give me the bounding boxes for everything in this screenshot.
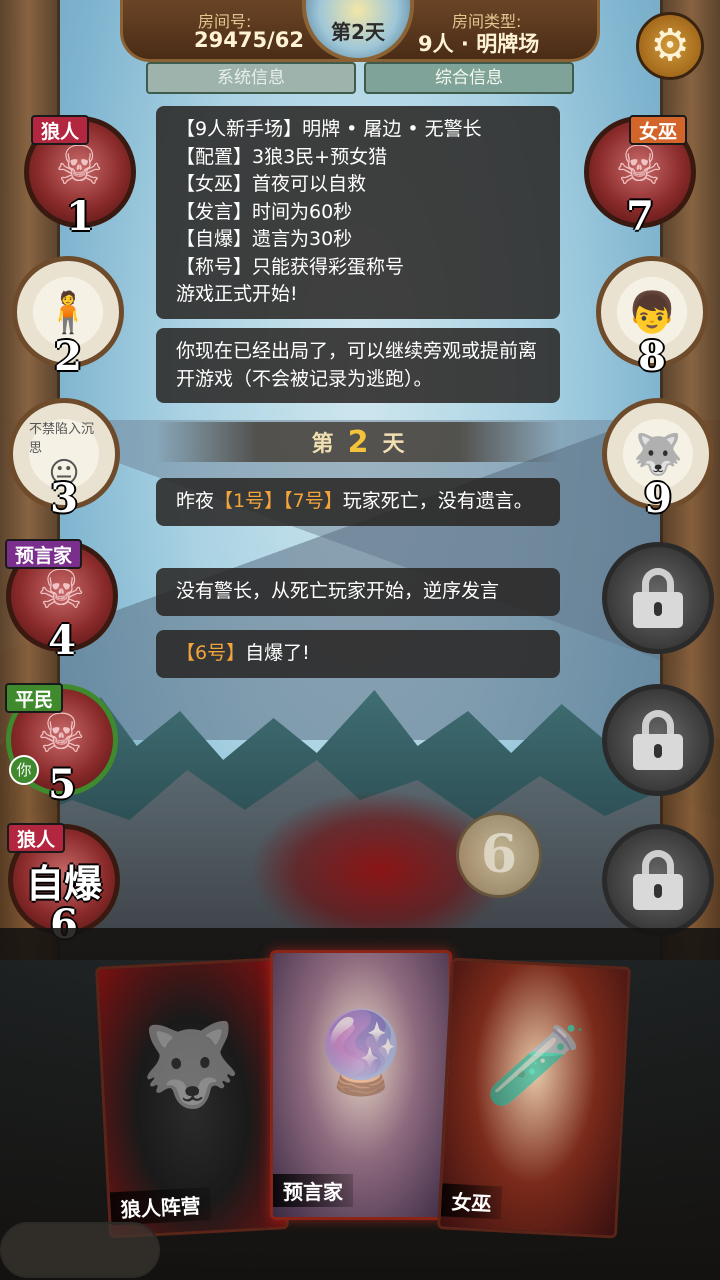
seat-number: 1 xyxy=(66,193,94,240)
player-seat-6[interactable]: 狼人 自爆 6 xyxy=(7,823,120,948)
bottom-left-button[interactable] xyxy=(0,1222,160,1278)
room-header: 房间号: 29475/62 第2天 房间类型: 9人 · 明牌场 ⚙ xyxy=(0,0,720,100)
player-seat-8[interactable]: 👦 8 xyxy=(596,256,708,380)
rules-message: 【9人新手场】明牌 • 屠边 • 无警长 【配置】3狼3民+预女猎 【女巫】首夜… xyxy=(156,106,560,319)
message-text: 没有警长，从死亡玩家开始，逆序发言 xyxy=(176,580,500,602)
message-line: 【发言】时间为60秒 xyxy=(176,200,353,223)
self-destruct-message: 【6号】自爆了! xyxy=(156,630,560,678)
skull-icon: ☠ xyxy=(615,134,664,197)
self-destruct-status: 自爆 xyxy=(25,862,102,906)
locked-seat xyxy=(602,542,714,654)
seat-number: 8 xyxy=(638,333,666,380)
player-seat-3[interactable]: 不禁陷入沉思 😐 3 xyxy=(8,398,120,522)
lock-icon xyxy=(633,710,683,770)
witch-icon: 🧪 xyxy=(483,1016,588,1115)
card-witch[interactable]: 🧪 女巫 xyxy=(437,957,631,1239)
seat-number: 3 xyxy=(50,475,78,522)
day-divider-suffix: 天 xyxy=(382,432,405,457)
seat-number: 7 xyxy=(626,193,654,240)
message-text: 昨夜 xyxy=(176,490,215,512)
day-divider-number: 2 xyxy=(347,424,369,460)
message-line: 【自爆】遗言为30秒 xyxy=(176,228,353,250)
player-seat-5[interactable]: ☠ 平民 你 5 xyxy=(5,683,118,808)
message-line: 游戏正式开始! xyxy=(176,283,298,305)
message-text: 自爆了! xyxy=(245,642,310,664)
sheriff-message: 没有警长，从死亡玩家开始，逆序发言 xyxy=(156,568,560,616)
day-divider: 第 2 天 xyxy=(156,422,560,462)
gear-icon: ⚙ xyxy=(650,20,690,71)
skull-icon: ☠ xyxy=(37,702,86,765)
locked-seat xyxy=(602,684,714,796)
player-ref: 【1号】 xyxy=(214,490,284,512)
seat-number: 9 xyxy=(644,475,672,522)
player-seat-2[interactable]: 🧍 2 xyxy=(12,256,124,380)
room-type: 9人 · 明牌场 xyxy=(418,32,540,56)
death-report-message: 昨夜【1号】【7号】玩家死亡，没有遗言。 xyxy=(156,478,560,526)
skull-icon: ☠ xyxy=(55,134,104,197)
message-line: 【配置】3狼3民+预女猎 xyxy=(176,145,388,168)
card-label: 预言家 xyxy=(273,1174,353,1207)
player-ref: 【7号】 xyxy=(283,490,343,512)
seat-number: 4 xyxy=(48,617,76,664)
role-tag: 女巫 xyxy=(629,115,688,145)
player-seat-1[interactable]: ☠ 狼人 1 xyxy=(24,115,136,240)
wolf-icon: 🐺 xyxy=(138,1016,243,1115)
message-line: 【称号】只能获得彩蛋称号 xyxy=(176,255,405,278)
player-seat-7[interactable]: ☠ 女巫 7 xyxy=(584,115,696,240)
message-text: 玩家死亡，没有遗言。 xyxy=(342,490,533,512)
message-text: 你现在已经出局了，可以继续旁观或提前离开游戏（不会被记录为逃跑）。 xyxy=(176,340,538,390)
card-seer[interactable]: 🔮 预言家 xyxy=(270,950,452,1220)
role-tag: 平民 xyxy=(5,683,64,713)
message-line: 【9人新手场】明牌 • 屠边 • 无警长 xyxy=(176,118,482,140)
player-seat-9[interactable]: 🐺 9 xyxy=(602,398,714,522)
day-divider-prefix: 第 xyxy=(311,432,334,457)
role-tag: 狼人 xyxy=(7,823,66,853)
role-tag: 狼人 xyxy=(31,115,90,145)
player-seat-4[interactable]: ☠ 预言家 4 xyxy=(5,539,118,664)
card-label: 狼人阵营 xyxy=(109,1187,212,1226)
seat-number: 2 xyxy=(54,333,82,380)
seer-icon: 🔮 xyxy=(311,1006,411,1100)
seat-number: 5 xyxy=(48,761,76,808)
day-label: 第2天 xyxy=(331,20,385,44)
lock-icon xyxy=(633,850,683,910)
avatar-caption: 不禁陷入沉思 xyxy=(29,421,95,456)
scene-seat-marker: 6 xyxy=(456,812,542,898)
room-number: 29475/62 xyxy=(194,28,304,52)
tab-general-info[interactable]: 综合信息 xyxy=(364,62,574,94)
role-tag: 预言家 xyxy=(5,539,83,569)
settings-button[interactable]: ⚙ xyxy=(636,12,704,80)
tab-system-info[interactable]: 系统信息 xyxy=(146,62,356,94)
card-wolf-camp[interactable]: 🐺 狼人阵营 xyxy=(95,957,289,1239)
lock-icon xyxy=(633,568,683,628)
skull-icon: ☠ xyxy=(37,558,86,621)
locked-seat xyxy=(602,824,714,936)
player-ref: 【6号】 xyxy=(176,642,246,664)
out-notice-message: 你现在已经出局了，可以继续旁观或提前离开游戏（不会被记录为逃跑）。 xyxy=(156,328,560,403)
card-label: 女巫 xyxy=(440,1183,503,1220)
message-line: 【女巫】首夜可以自救 xyxy=(176,173,367,195)
